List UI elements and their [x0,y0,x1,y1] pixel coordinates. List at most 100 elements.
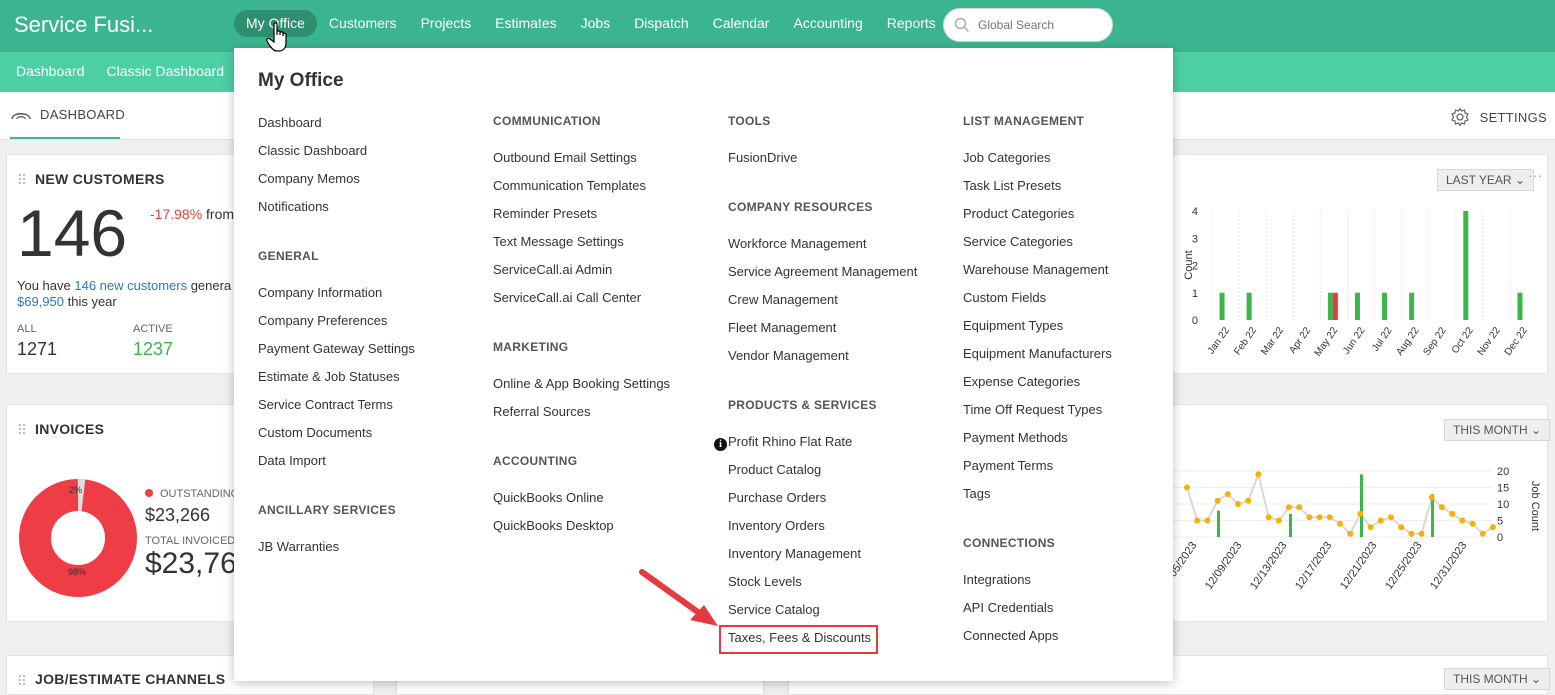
x-tick-label: 12/21/2023 [1338,540,1379,592]
data-point [1377,517,1384,524]
outstanding-value: $23,266 [145,505,211,525]
data-point [1459,517,1466,524]
menu-item[interactable]: Workforce Management [728,236,867,251]
menu-item[interactable]: Vendor Management [728,348,849,363]
period-select[interactable]: THIS MONTH ⌄ [1444,419,1551,441]
menu-item[interactable]: Company Preferences [258,313,387,328]
new-customers-link[interactable]: 146 new customers [74,278,187,293]
nav-customers[interactable]: Customers [317,10,409,37]
menu-item[interactable]: Inventory Management [728,546,861,561]
data-point [1316,514,1323,521]
bar [1246,292,1252,320]
menu-item[interactable]: Stock Levels [728,574,802,589]
menu-item[interactable]: Time Off Request Types [963,402,1102,417]
menu-item[interactable]: Payment Gateway Settings [258,341,415,356]
x-tick-label: May 22 [1313,325,1341,359]
bar [1354,292,1360,320]
menu-item[interactable]: ServiceCall.ai Admin [493,262,612,277]
nav-calendar[interactable]: Calendar [701,10,782,37]
menu-item[interactable]: Job Categories [963,150,1050,165]
search-input[interactable] [978,15,1108,35]
more-icon[interactable]: ··· [1528,167,1542,183]
nav-jobs[interactable]: Jobs [569,10,623,37]
menu-item[interactable]: Product Catalog [728,462,821,477]
menu-item[interactable]: Classic Dashboard [258,143,367,158]
menu-item[interactable]: Dashboard [258,115,322,130]
nav-reports[interactable]: Reports [875,10,948,37]
menu-item[interactable]: Warehouse Management [963,262,1109,277]
summary-prefix: You have [17,278,75,293]
menu-item[interactable]: Service Categories [963,234,1073,249]
data-point [1490,524,1496,531]
menu-item[interactable]: Estimate & Job Statuses [258,369,400,384]
menu-item[interactable]: Expense Categories [963,374,1080,389]
nav-projects[interactable]: Projects [409,10,484,37]
period-select[interactable]: THIS MONTH ⌄ [1444,668,1551,690]
menu-item[interactable]: Connected Apps [963,628,1058,643]
summary-amount: $69,950 [17,294,64,309]
data-point [1479,530,1486,537]
menu-item[interactable]: Company Information [258,285,382,300]
drag-handle-icon[interactable] [18,674,26,686]
app-logo[interactable]: Service Fusi... [14,12,153,38]
menu-item[interactable]: i Profit Rhino Flat Rate [714,434,852,451]
nav-dispatch[interactable]: Dispatch [622,10,700,37]
x-tick-label: 12/09/2023 [1203,540,1244,592]
menu-item[interactable]: Purchase Orders [728,490,826,505]
tab-dashboard[interactable]: DASHBOARD [10,92,125,139]
bar [1409,292,1415,320]
global-search[interactable] [943,8,1113,42]
menu-item[interactable]: JB Warranties [258,539,339,554]
menu-item[interactable]: Task List Presets [963,178,1061,193]
menu-item[interactable]: QuickBooks Desktop [493,518,614,533]
menu-item[interactable]: Service Catalog [728,602,820,617]
menu-item[interactable]: QuickBooks Online [493,490,604,505]
menu-item[interactable]: Text Message Settings [493,234,624,249]
y-tick-label: 0 [1192,315,1198,327]
settings-button[interactable]: SETTINGS [1450,107,1547,127]
menu-item[interactable]: Integrations [963,572,1031,587]
menu-item[interactable]: ServiceCall.ai Call Center [493,290,641,305]
chevron-down-icon: ⌄ [1531,423,1542,437]
menu-item[interactable]: Data Import [258,453,326,468]
menu-item[interactable]: Inventory Orders [728,518,825,533]
menu-item[interactable]: FusionDrive [728,150,797,165]
subnav-classic-dashboard[interactable]: Classic Dashboard [107,63,225,79]
bar [1431,494,1434,537]
menu-item[interactable]: Referral Sources [493,404,591,419]
info-icon: i [714,438,727,451]
subnav-dashboard[interactable]: Dashboard [16,63,85,79]
menu-item[interactable]: Custom Fields [963,290,1046,305]
menu-item[interactable]: API Credentials [963,600,1053,615]
x-tick-label: 12/13/2023 [1248,540,1289,592]
menu-item[interactable]: Tags [963,486,990,501]
drag-handle-icon[interactable] [18,423,26,435]
y-tick-label: 3 [1192,233,1198,245]
channels-title: JOB/ESTIMATE CHANNELS [35,671,226,687]
y-tick-label: 5 [1497,516,1503,528]
menu-item[interactable]: Crew Management [728,292,838,307]
menu-item[interactable]: Outbound Email Settings [493,150,637,165]
period-select[interactable]: LAST YEAR ⌄ [1437,169,1534,191]
menu-item[interactable]: Reminder Presets [493,206,597,221]
new-customers-count: 146 [17,196,128,270]
menu-item[interactable]: Equipment Types [963,318,1063,333]
customers-bar-chart: Count43210Jan 22 Feb 22 Mar 22 Apr 22 May 22… [1183,206,1530,359]
menu-item[interactable]: Product Categories [963,206,1074,221]
menu-item[interactable]: Custom Documents [258,425,372,440]
nav-accounting[interactable]: Accounting [781,10,874,37]
menu-item[interactable]: Payment Terms [963,458,1053,473]
menu-item[interactable]: Notifications [258,199,329,214]
drag-handle-icon[interactable] [18,173,26,185]
nav-estimates[interactable]: Estimates [483,10,568,37]
menu-item[interactable]: Service Contract Terms [258,397,393,412]
menu-item[interactable]: Payment Methods [963,430,1068,445]
menu-item[interactable]: Equipment Manufacturers [963,346,1112,361]
menu-item[interactable]: Online & App Booking Settings [493,376,670,391]
menu-item[interactable]: Company Memos [258,171,360,186]
menu-item[interactable]: Service Agreement Management [728,264,917,279]
menu-item[interactable]: Fleet Management [728,320,836,335]
summary-amount-suffix: this year [64,294,117,309]
data-point [1347,530,1354,537]
menu-item[interactable]: Communication Templates [493,178,646,193]
